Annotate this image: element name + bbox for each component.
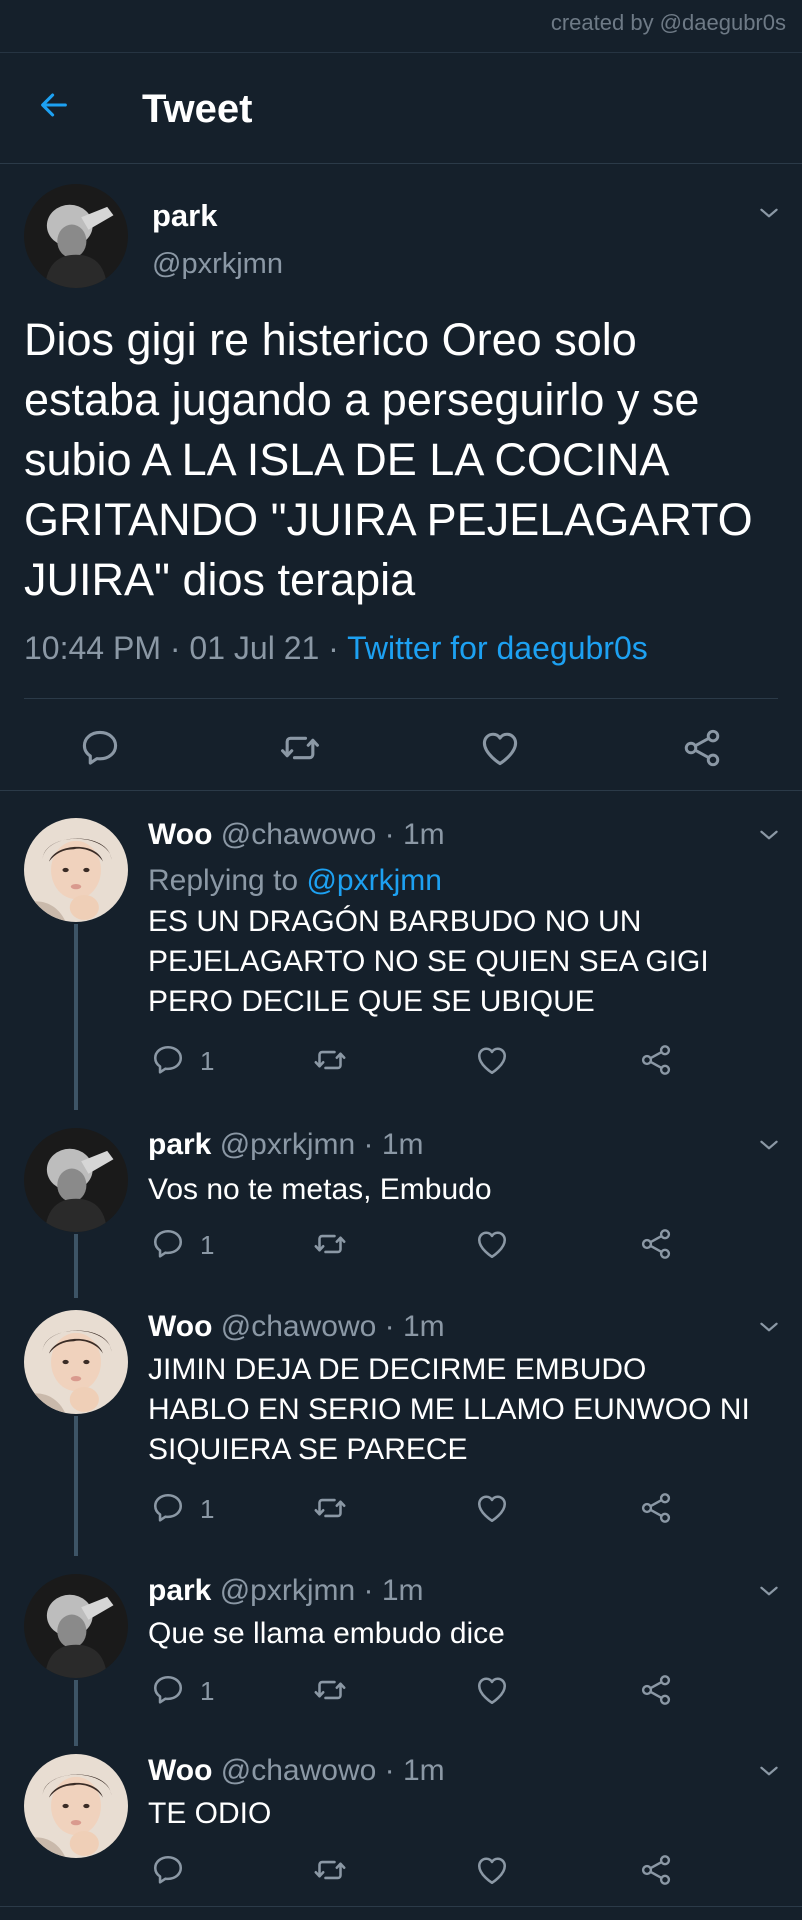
tweet-meta: 10:44 PM · 01 Jul 21 · Twitter for daegu… [24,630,648,667]
tweet-source[interactable]: Twitter for daegubr0s [347,630,648,666]
mention-link[interactable]: @pxrkjmn [306,864,441,897]
reply-actions [0,1852,802,1902]
share-icon[interactable] [638,1490,674,1526]
author-name[interactable]: Woo [148,818,212,851]
share-icon[interactable] [638,1042,674,1078]
reply-count: 1 [200,1676,215,1706]
share-icon[interactable] [638,1852,674,1888]
creator-credit: created by @daegubr0s [550,10,786,35]
retweet-icon[interactable] [312,1490,348,1526]
reply-actions: 1 [0,1490,802,1540]
share-icon[interactable] [638,1672,674,1708]
avatar[interactable] [24,184,128,288]
reply-header: Woo @chawowo · 1m [148,1310,445,1344]
reply-time: · 1m [363,1574,424,1607]
meta-separator: · [328,630,339,666]
main-tweet: park @pxrkjmn Dios gigi re histerico Ore… [0,162,802,790]
avatar[interactable] [24,1310,128,1414]
reply-time: · 1m [384,1754,445,1787]
tweet-date: 01 Jul 21 [189,630,320,666]
retweet-icon[interactable] [312,1226,348,1262]
retweet-icon[interactable] [312,1672,348,1708]
divider [0,1906,802,1907]
replying-label: Replying to [148,864,299,897]
retweet-icon[interactable] [278,726,322,770]
author-name[interactable]: park [148,1128,211,1161]
page-title: Tweet [142,87,253,131]
author-name[interactable]: Woo [148,1310,212,1343]
reply-time: · 1m [384,1310,445,1343]
arrow-left-icon [41,93,67,117]
author-handle[interactable]: @pxrkjmn [152,248,283,281]
reply-actions: 1 [0,1672,802,1722]
retweet-icon[interactable] [312,1852,348,1888]
heart-icon[interactable] [474,1226,510,1262]
chevron-down-icon[interactable] [756,822,782,848]
author-handle[interactable]: @chawowo [221,1310,377,1343]
author-handle[interactable]: @pxrkjmn [220,1128,355,1161]
reply-bubble-icon[interactable] [78,726,122,770]
author-handle[interactable]: @chawowo [221,1754,377,1787]
meta-separator: · [169,630,181,666]
divider [0,790,802,791]
reply-tweet[interactable]: park @pxrkjmn · 1m Que se llama embudo d… [0,1556,802,1746]
reply-text: Que se llama embudo dice [148,1617,505,1650]
tweet-text: Dios gigi re histerico Oreo solo estaba … [24,314,753,605]
reply-actions: 1 [0,1042,802,1092]
avatar[interactable] [24,1754,128,1858]
reply-bubble-icon[interactable] [150,1226,186,1262]
reply-header: Woo @chawowo · 1m [148,818,445,852]
reply-text: ES UN DRAGÓN BARBUDO NO UN PEJELAGARTO N… [148,905,709,1018]
tweet-actions [0,710,802,790]
reply-count: 1 [200,1046,215,1076]
author-handle[interactable]: @chawowo [221,818,377,851]
replying-to: Replying to @pxrkjmn [148,864,442,898]
avatar[interactable] [24,1574,128,1678]
heart-icon[interactable] [474,1490,510,1526]
reply-tweet[interactable]: Woo @chawowo · 1m JIMIN DEJA DE DECIRME … [0,1292,802,1556]
chevron-down-icon[interactable] [756,1314,782,1340]
reply-actions: 1 [0,1226,802,1276]
reply-bubble-icon[interactable] [150,1852,186,1888]
reply-header: park @pxrkjmn · 1m [148,1574,424,1608]
reply-tweet[interactable]: Woo @chawowo · 1m TE ODIO [0,1736,802,1906]
share-icon[interactable] [680,726,724,770]
heart-icon[interactable] [474,1852,510,1888]
reply-text: TE ODIO [148,1797,272,1830]
retweet-icon[interactable] [312,1042,348,1078]
reply-header: Woo @chawowo · 1m [148,1754,445,1788]
reply-count: 1 [200,1230,215,1260]
avatar[interactable] [24,1128,128,1232]
reply-header: park @pxrkjmn · 1m [148,1128,424,1162]
tweet-time: 10:44 PM [24,630,161,666]
chevron-down-icon[interactable] [756,200,782,226]
back-button[interactable] [32,83,76,127]
author-name[interactable]: park [152,198,217,234]
reply-time: · 1m [363,1128,424,1161]
reply-count: 1 [200,1494,215,1524]
reply-tweet[interactable]: Woo @chawowo · 1m Replying to @pxrkjmn E… [0,800,802,1110]
divider [24,698,778,699]
reply-text: Vos no te metas, Embudo [148,1173,492,1206]
chevron-down-icon[interactable] [756,1578,782,1604]
chevron-down-icon[interactable] [756,1758,782,1784]
author-handle[interactable]: @pxrkjmn [220,1574,355,1607]
share-icon[interactable] [638,1226,674,1262]
top-bar: Tweet [0,52,802,164]
reply-text: JIMIN DEJA DE DECIRME EMBUDO HABLO EN SE… [148,1353,750,1466]
heart-icon[interactable] [474,1042,510,1078]
heart-icon[interactable] [474,1672,510,1708]
reply-bubble-icon[interactable] [150,1490,186,1526]
author-name[interactable]: park [148,1574,211,1607]
avatar[interactable] [24,818,128,922]
author-name[interactable]: Woo [148,1754,212,1787]
chevron-down-icon[interactable] [756,1132,782,1158]
reply-bubble-icon[interactable] [150,1042,186,1078]
heart-icon[interactable] [478,726,522,770]
reply-bubble-icon[interactable] [150,1672,186,1708]
reply-time: · 1m [384,818,445,851]
reply-tweet[interactable]: park @pxrkjmn · 1m Vos no te metas, Embu… [0,1110,802,1298]
